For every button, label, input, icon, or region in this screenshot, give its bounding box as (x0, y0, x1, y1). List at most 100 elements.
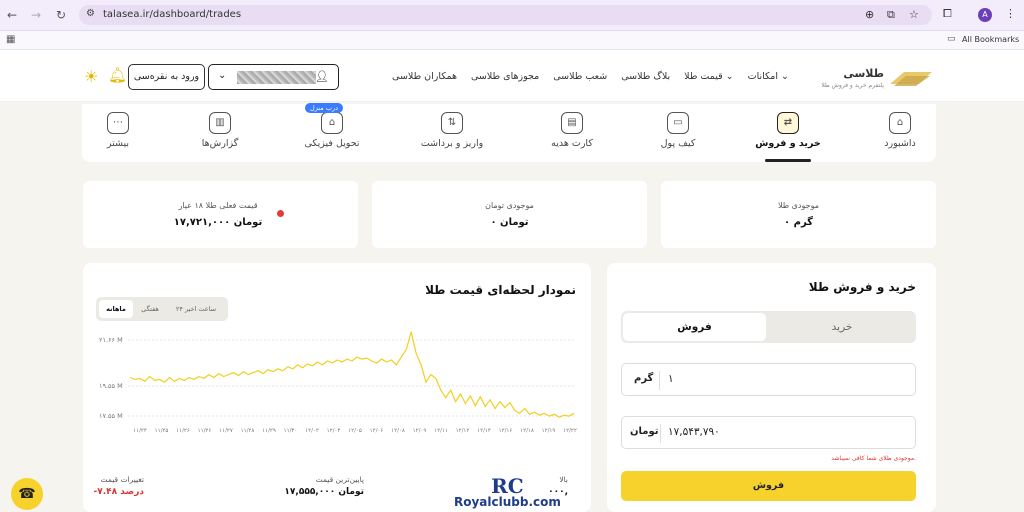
buy-sell-toggle: فروش خرید (621, 311, 916, 343)
range-24h[interactable]: ۲۴ ساعت اخیر (168, 300, 224, 318)
toman-input[interactable]: ۱۷,۵۴۳,۷۹۰ (668, 426, 720, 438)
back-icon[interactable]: ← (4, 7, 20, 23)
y-tick-label: ۲۱.۶۶ M (99, 336, 123, 344)
toman-balance-value: ۰ تومان (490, 217, 529, 228)
home-icon: ⌂ (889, 112, 911, 134)
home-delivery-badge: درب منزل (305, 103, 343, 113)
store-icon: ⌂ (321, 112, 343, 134)
watermark: RC Royalclubb.com (454, 476, 561, 509)
extensions-icon[interactable]: ⧠ (943, 7, 952, 21)
x-tick-label: ۱۲/۰۸ (391, 428, 405, 434)
stat-low-value: ۱۷,۵۵۵,۰۰۰ تومان (284, 487, 364, 497)
chevron-down-icon: ⌄ (725, 71, 734, 82)
bookmark-star-icon[interactable]: ☆ (909, 8, 919, 21)
install-icon[interactable]: ⧉ (887, 8, 895, 22)
tab-dashboard[interactable]: ⌂ داشبورد (864, 104, 936, 162)
profile-avatar[interactable]: A (978, 8, 992, 22)
stat-change-label: تغییرات قیمت (100, 475, 144, 484)
live-indicator (277, 210, 284, 217)
tab-wallet[interactable]: ▭ کیف پول (642, 104, 714, 162)
x-tick-label: ۱۲/۰۶ (369, 428, 384, 434)
stat-low-label: پایین‌ترین قیمت (315, 475, 364, 484)
gold-price-card: قیمت فعلی طلا ۱۸ عیار ۱۷,۷۲۱,۰۰۰ تومان (83, 181, 358, 248)
x-tick-label: ۱۱/۲۹ (262, 428, 276, 434)
menu-features[interactable]: امکانات ⌄ (748, 71, 789, 82)
x-tick-label: ۱۲/۰۲ (305, 428, 319, 434)
dashboard-tabs: ⌂ داشبورد ⇄ خرید و فروش ▭ کیف پول ▤ کارت هدی… (82, 104, 936, 162)
x-tick-label: ۱۲/۰۴ (326, 428, 341, 434)
address-bar[interactable]: ⚙ talasea.ir/dashboard/trades ⊕ ⧉ ☆ (79, 5, 932, 25)
x-tick-label: ۱۲/۱۱ (434, 428, 448, 434)
site-settings-icon[interactable]: ⚙ (86, 8, 95, 19)
x-tick-label: ۱۲/۱۲ (455, 428, 470, 434)
buy-tab[interactable]: خرید (768, 313, 916, 341)
x-tick-label: ۱۲/۱۹ (541, 428, 556, 434)
gold-balance-label: موجودی طلا (777, 201, 819, 210)
menu-blog[interactable]: بلاگ طلاسی (621, 71, 670, 82)
menu-partners[interactable]: همکاران طلاسی (392, 71, 457, 82)
bookmarks-bar: ▦ ▭ All Bookmarks (0, 31, 1024, 50)
tab-deposit-withdraw[interactable]: ⇅ واریز و برداشت (416, 104, 488, 162)
x-tick-label: ۱۲/۱۴ (477, 428, 491, 434)
insufficient-balance-error: موجودی طلای شما کافی نمیباشد. (831, 455, 916, 462)
x-axis-labels: ۱۱/۲۴ ۱۱/۲۵ ۱۱/۲۶ ۱۱/۲۶ ۱۱/۲۷ ۱۱/۲۸ ۱۱/۲۹ ۱۱/۳۰… (128, 428, 578, 438)
brand-name: طلاسی (843, 67, 884, 80)
gram-field[interactable]: گرم ۱ (621, 363, 916, 396)
folder-icon: ▭ (947, 34, 956, 44)
gold-balance-value: ۰ گرم (784, 217, 813, 228)
tab-more[interactable]: ⋯ بیشتر (82, 104, 154, 162)
x-tick-label: ۱۲/۲۲ (563, 428, 577, 434)
x-tick-label: ۱۱/۲۶ (176, 428, 190, 434)
more-dots-icon: ⋯ (107, 112, 129, 134)
masked-phone (237, 71, 316, 84)
browser-toolbar: ← → ↻ ⚙ talasea.ir/dashboard/trades ⊕ ⧉ … (0, 0, 1024, 31)
y-tick-label: ۱۷.۵۵ M (99, 412, 123, 420)
price-series-line (129, 331, 575, 418)
tab-buy-sell[interactable]: ⇄ خرید و فروش (752, 104, 824, 162)
zoom-icon[interactable]: ⊕ (865, 8, 874, 21)
gram-input[interactable]: ۱ (668, 373, 674, 385)
stat-low: پایین‌ترین قیمت ۱۷,۵۵۵,۰۰۰ تومان (262, 475, 364, 497)
transfer-icon: ⇅ (441, 112, 463, 134)
sell-tab[interactable]: فروش (623, 313, 766, 341)
toman-balance-card: موجودی تومان ۰ تومان (372, 181, 647, 248)
range-weekly[interactable]: هفتگی (134, 300, 166, 318)
gold-price-value: ۱۷,۷۲۱,۰۰۰ تومان (173, 217, 263, 228)
support-headset-icon[interactable]: ☎ (11, 478, 43, 510)
x-tick-label: ۱۱/۲۴ (133, 428, 147, 434)
tab-reports[interactable]: ▥ گزارش‌ها (184, 104, 256, 162)
toman-unit: تومان (630, 426, 659, 437)
login-silver-button[interactable]: ورود به نقره‌سی (128, 64, 205, 90)
talasea-logo-icon (890, 72, 932, 86)
toman-balance-label: موجودی تومان (485, 201, 534, 210)
x-tick-label: ۱۱/۲۵ (154, 428, 169, 434)
wallet-icon: ▭ (667, 112, 689, 134)
toman-field[interactable]: تومان ۱۷,۵۴۳,۷۹۰ (621, 416, 916, 449)
apps-icon[interactable]: ▦ (6, 34, 15, 45)
brand[interactable]: طلاسی پلتفرم خرید و فروش طلا (821, 67, 884, 89)
url-text: talasea.ir/dashboard/trades (103, 9, 242, 20)
range-monthly[interactable]: ماهانه (99, 300, 133, 318)
gold-balance-card: موجودی طلا ۰ گرم (661, 181, 936, 248)
bell-icon[interactable]: 🔔︎ (108, 66, 127, 84)
forward-icon[interactable]: → (28, 7, 44, 23)
chevron-down-icon: ⌄ (218, 70, 227, 81)
y-tick-label: ۱۹.۵۵ M (99, 382, 123, 390)
range-selector: ۲۴ ساعت اخیر هفتگی ماهانه (96, 297, 228, 321)
reload-icon[interactable]: ↻ (53, 7, 69, 23)
theme-sun-icon[interactable]: ☀ (84, 67, 98, 86)
stat-change: تغییرات قیمت -۷.۴۸ درصد (90, 475, 144, 497)
menu-gold-price[interactable]: قیمت طلا ⌄ (684, 71, 733, 82)
user-account-dropdown[interactable]: ⌄ 👤︎ (208, 64, 339, 90)
x-tick-label: ۱۱/۳۰ (283, 428, 298, 434)
menu-branches[interactable]: شعب طلاسی (553, 71, 607, 82)
main-menu: امکانات ⌄ قیمت طلا ⌄ بلاگ طلاسی شعب طلاس… (392, 71, 789, 82)
tab-gift-card[interactable]: ▤ کارت هدیه (536, 104, 608, 162)
menu-dots-icon[interactable]: ⋮ (1005, 7, 1016, 20)
menu-licenses[interactable]: مجوزهای طلاسی (471, 71, 539, 82)
chart-title: نمودار لحظه‌ای قیمت طلا (425, 283, 576, 297)
sell-submit-button[interactable]: فروش (621, 471, 916, 501)
all-bookmarks[interactable]: All Bookmarks (962, 35, 1019, 44)
gold-price-label: قیمت فعلی طلا ۱۸ عیار (178, 201, 258, 210)
x-tick-label: ۱۱/۲۸ (240, 428, 255, 434)
